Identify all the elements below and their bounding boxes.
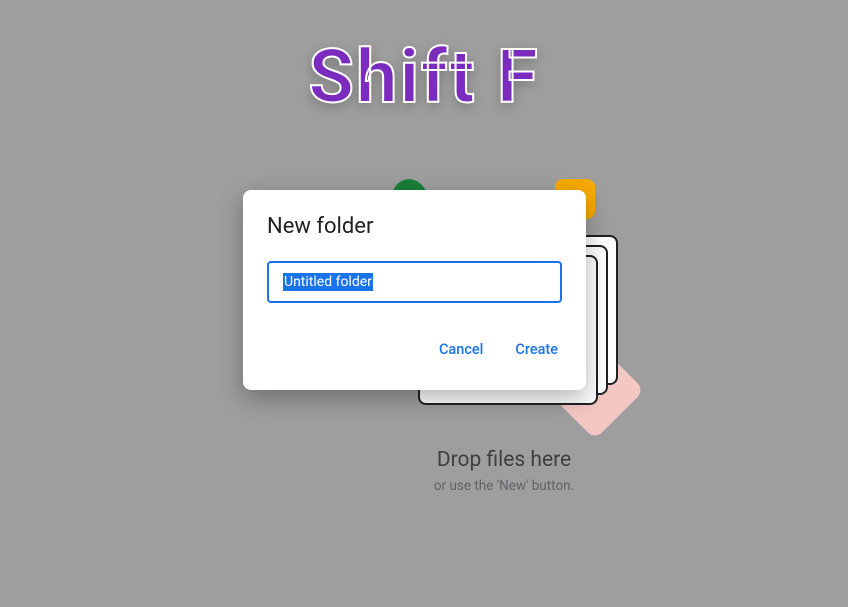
cancel-button[interactable]: Cancel: [435, 333, 487, 366]
folder-name-input[interactable]: Untitled folder: [267, 261, 562, 303]
dialog-actions: Cancel Create: [267, 333, 562, 366]
drop-subtitle: or use the 'New' button.: [304, 478, 704, 494]
folder-name-value: Untitled folder: [283, 273, 373, 291]
dialog-title: New folder: [267, 214, 562, 239]
keyboard-shortcut-overlay: Shift F: [308, 34, 539, 121]
drop-title: Drop files here: [304, 448, 704, 472]
new-folder-dialog: New folder Untitled folder Cancel Create: [243, 190, 586, 390]
drop-zone-text: Drop files here or use the 'New' button.: [304, 448, 704, 494]
create-button[interactable]: Create: [511, 333, 562, 366]
